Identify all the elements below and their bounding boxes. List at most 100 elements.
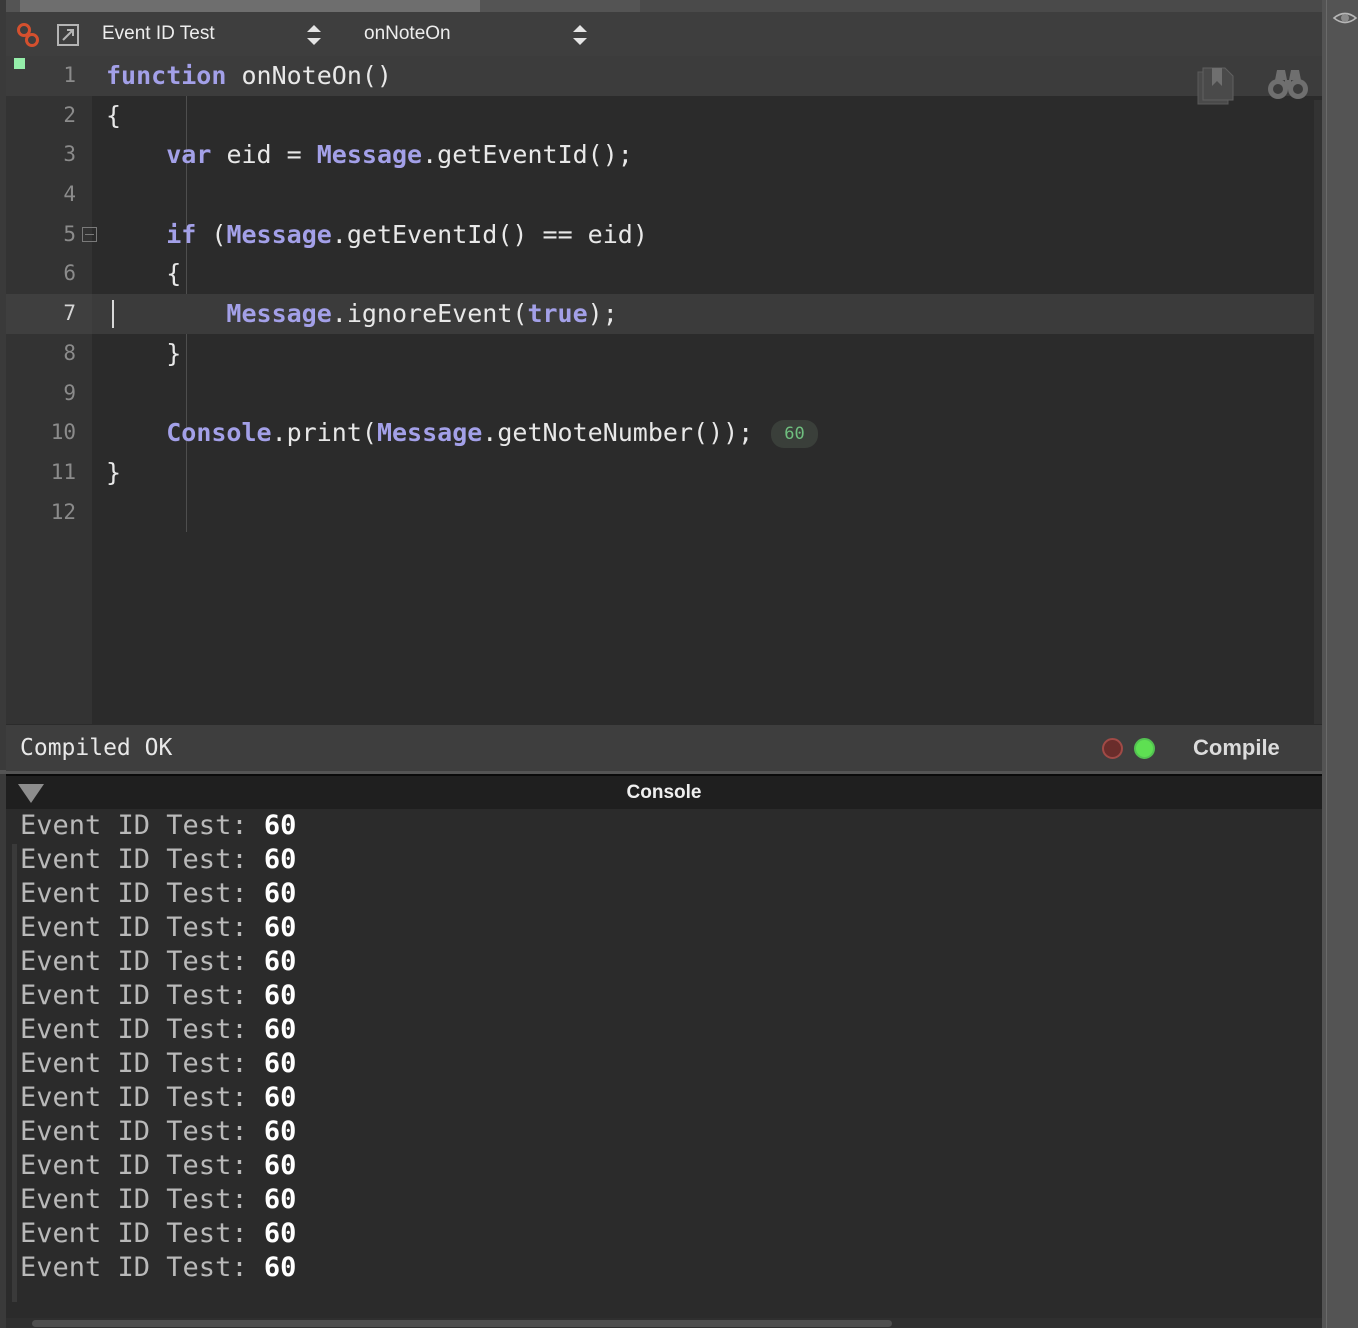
gutter-line[interactable]: 12: [6, 493, 92, 533]
gutter-line[interactable]: 2: [6, 96, 92, 136]
editor-overlay-icons: [1136, 66, 1308, 113]
open-in-new-window-icon[interactable]: [54, 21, 82, 49]
code-line[interactable]: {: [92, 254, 1322, 294]
console-line: Event ID Test: 60: [6, 1183, 1322, 1217]
console-header[interactable]: Console: [6, 774, 1322, 811]
bookmark-icon[interactable]: [1194, 66, 1234, 113]
gutter-line[interactable]: 5: [6, 215, 92, 255]
console-line-list: Event ID Test: 60 Event ID Test: 60 Event …: [6, 809, 1322, 1285]
console-line-value: 60: [263, 1082, 297, 1113]
console-inner-edge: [12, 844, 17, 1302]
console-line-label: Event ID Test:: [20, 1048, 264, 1079]
console-scrollbar-thumb[interactable]: [32, 1320, 892, 1327]
compile-button[interactable]: Compile: [1193, 725, 1280, 771]
console-line-value: 60: [263, 946, 297, 977]
code-line[interactable]: var eid = Message.getEventId();: [92, 135, 1322, 175]
gutter-line[interactable]: 10: [6, 413, 92, 453]
console-line: Event ID Test: 60: [6, 1115, 1322, 1149]
code-text-area[interactable]: function onNoteOn(){ var eid = Message.g…: [92, 56, 1322, 724]
gutter-line[interactable]: 6: [6, 254, 92, 294]
gutter-line[interactable]: 7: [6, 294, 92, 334]
script-stepper-icon[interactable]: [303, 24, 325, 46]
code-token: if: [166, 219, 212, 249]
console-horizontal-scrollbar[interactable]: [6, 1318, 1322, 1328]
console-line-value: 60: [263, 1116, 297, 1147]
code-token: eid =: [226, 140, 317, 170]
console-window: Console Event ID Test: 60 Event ID Test: …: [0, 774, 1322, 1328]
code-editor-window: Event ID Test onNoteOn 1 2 3 4 5 6 7 8 9 10 11 12: [0, 12, 1328, 771]
code-token: onNoteOn(): [241, 61, 392, 90]
function-selector[interactable]: onNoteOn: [364, 12, 564, 56]
console-line-value: 60: [263, 1014, 297, 1045]
console-line-value: 60: [263, 810, 297, 841]
console-line-label: Event ID Test:: [20, 878, 264, 909]
code-line[interactable]: if (Message.getEventId() == eid): [92, 215, 1322, 255]
console-line: Event ID Test: 60: [6, 1251, 1322, 1285]
tab-onnoteon[interactable]: onNoteOn: [20, 0, 480, 12]
eye-icon[interactable]: [1332, 8, 1358, 33]
console-line-label: Event ID Test:: [20, 1184, 264, 1215]
console-line-value: 60: [263, 1150, 297, 1181]
chain-link-icon[interactable]: [14, 21, 42, 49]
console-line-label: Event ID Test:: [20, 1116, 264, 1147]
code-token: var: [166, 140, 227, 170]
console-line: Event ID Test: 60: [6, 1217, 1322, 1251]
gutter-line[interactable]: 8: [6, 334, 92, 374]
script-active-marker-icon: [14, 58, 25, 69]
gutter-line[interactable]: 9: [6, 374, 92, 414]
console-line: Event ID Test: 60: [6, 945, 1322, 979]
console-line-label: Event ID Test:: [20, 844, 264, 875]
disclosure-triangle-down-icon[interactable]: [18, 784, 44, 803]
gutter-line[interactable]: 3: [6, 135, 92, 175]
code-token: (: [211, 219, 227, 249]
console-line-value: 60: [263, 1218, 297, 1249]
code-token: Message: [226, 219, 332, 249]
console-line-label: Event ID Test:: [20, 1082, 264, 1113]
inline-value-badge: 60: [771, 420, 818, 449]
console-line-label: Event ID Test:: [20, 1150, 264, 1181]
code-token: Message: [316, 140, 423, 170]
code-line[interactable]: Console.print(Message.getNoteNumber()); 6…: [92, 413, 1322, 453]
script-selector[interactable]: Event ID Test: [102, 12, 302, 56]
scripter-window: onNoteOn Event ID Test: [0, 0, 1358, 1328]
tab-strip-background: [640, 0, 1358, 12]
code-line[interactable]: [92, 374, 1322, 414]
console-line: Event ID Test: 60: [6, 877, 1322, 911]
code-token: function: [106, 61, 242, 90]
panel-divider: [1326, 0, 1327, 1328]
code-pane[interactable]: 1 2 3 4 5 6 7 8 9 10 11 12 function onNoteOn(){ var…: [6, 56, 1328, 768]
editor-toolbar: Event ID Test onNoteOn: [6, 12, 1322, 57]
code-token: .getEventId() == eid): [331, 219, 648, 249]
code-token: Console: [166, 418, 272, 448]
console-line: Event ID Test: 60: [6, 1013, 1322, 1047]
code-line[interactable]: [92, 493, 1322, 533]
code-token: .getNoteNumber());: [482, 418, 754, 448]
code-line[interactable]: }: [92, 334, 1322, 374]
console-line: Event ID Test: 60: [6, 1047, 1322, 1081]
code-token: Message: [376, 418, 483, 448]
code-line[interactable]: Message.ignoreEvent(true);: [92, 294, 1322, 334]
code-line[interactable]: }: [92, 453, 1322, 493]
console-line: Event ID Test: 60: [6, 979, 1322, 1013]
console-line-value: 60: [263, 878, 297, 909]
console-line-value: 60: [263, 980, 297, 1011]
gutter-line[interactable]: 11: [6, 453, 92, 493]
text-caret: [112, 300, 114, 329]
function-stepper-icon[interactable]: [569, 24, 591, 46]
binoculars-search-icon[interactable]: [1266, 66, 1310, 107]
console-line-label: Event ID Test:: [20, 946, 264, 977]
code-token: }: [106, 338, 182, 368]
console-line-label: Event ID Test:: [20, 1014, 264, 1045]
code-lines[interactable]: function onNoteOn(){ var eid = Message.g…: [92, 56, 1322, 532]
console-line-label: Event ID Test:: [20, 1218, 264, 1249]
console-line-value: 60: [263, 1184, 297, 1215]
console-output[interactable]: Event ID Test: 60 Event ID Test: 60 Event …: [6, 809, 1322, 1302]
code-line[interactable]: [92, 175, 1322, 215]
gutter-line[interactable]: 4: [6, 175, 92, 215]
code-token: .getEventId();: [422, 140, 633, 170]
compile-status-text: Compiled OK: [20, 735, 173, 761]
console-line-label: Event ID Test:: [20, 980, 264, 1011]
editor-status-bar: Compiled OK Compile: [6, 724, 1322, 771]
code-token: true: [527, 299, 588, 329]
